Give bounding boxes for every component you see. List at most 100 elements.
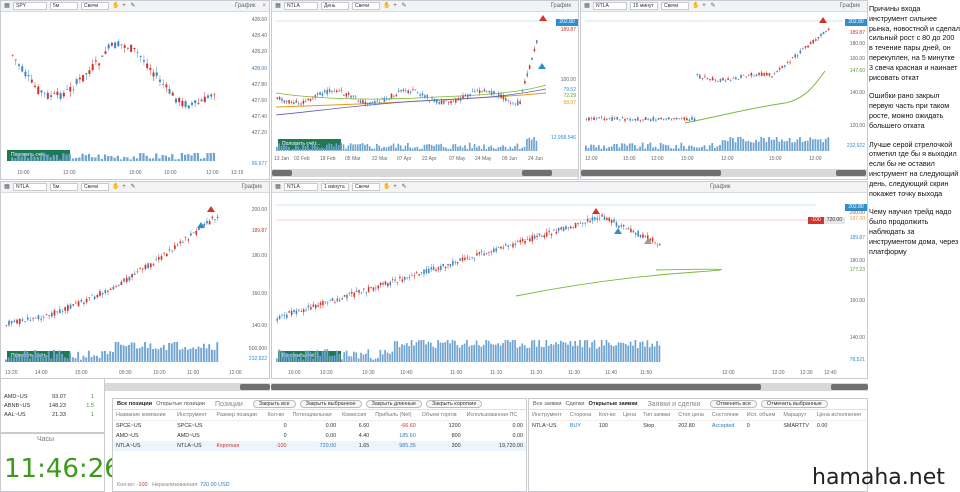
close-selected-button[interactable]: Закрыть выбранное: [299, 400, 362, 408]
volume-bar: [340, 142, 342, 151]
pen-icon[interactable]: ✎: [130, 3, 136, 9]
timeframe-select[interactable]: 15 минут: [630, 2, 658, 10]
grid-icon[interactable]: ▦: [4, 3, 10, 9]
candle-body: [637, 231, 639, 237]
chart-ntla-5m[interactable]: ▦ NTLA 5м Свечи ✋ + ✎ График 200.00 189.…: [0, 181, 270, 379]
chart-type-select[interactable]: Свечи: [352, 2, 380, 10]
timeframe-select[interactable]: 5м: [50, 2, 78, 10]
hand-icon[interactable]: ✋: [112, 3, 119, 9]
candle-body: [335, 90, 338, 93]
scroll-thumb[interactable]: [272, 170, 292, 176]
cancel-selected-button[interactable]: Отменить выбранные: [760, 400, 828, 408]
volume-bar: [585, 145, 587, 151]
table-row[interactable]: NTLA~US BUY 100 Stop 202.80 Accepted 0 SMARTT…: [529, 421, 867, 432]
candle-body: [490, 91, 493, 95]
grid-icon[interactable]: ▦: [4, 184, 10, 190]
close-all-button[interactable]: Закрыть все: [252, 400, 296, 408]
candle-body: [146, 63, 149, 69]
candle-body: [115, 286, 117, 288]
chart-scrollbar[interactable]: [271, 383, 868, 391]
volume-bar: [528, 137, 531, 151]
symbol-field[interactable]: NTLA: [593, 2, 627, 10]
table-row[interactable]: NTLA~US NTLA~US Короткая -100 720.00 1.65 98…: [113, 441, 526, 451]
sell-arrow-marker: [819, 17, 827, 23]
tab-open-positions[interactable]: Открытые позиции: [156, 401, 205, 407]
grid-icon[interactable]: ▦: [275, 184, 281, 190]
tab-all-positions[interactable]: Все позиции: [117, 401, 152, 407]
candle-body: [91, 64, 94, 71]
candle-body: [182, 242, 184, 243]
volume-bar: [584, 340, 586, 362]
grid-icon[interactable]: ▦: [584, 3, 590, 9]
candle-body: [319, 302, 322, 305]
pen-icon[interactable]: ✎: [401, 184, 407, 190]
tab-all-orders[interactable]: Все заявки: [533, 401, 561, 407]
chart-type-select[interactable]: Свечи: [81, 183, 109, 191]
pen-icon[interactable]: ✎: [401, 3, 407, 9]
table-row[interactable]: AMD~US AMD~US 0 0.00 4.40 185.60 800 0.00: [113, 431, 526, 441]
close-icon[interactable]: ×: [262, 3, 266, 9]
chart-scrollbar[interactable]: [272, 169, 578, 177]
close-long-button[interactable]: Закрыть длинные: [365, 400, 423, 408]
table-row[interactable]: SPCE~US SPCE~US 0 0.00 6.60 -66.60 1200 0.00: [113, 421, 526, 432]
crosshair-icon[interactable]: +: [392, 3, 398, 9]
symbol-field[interactable]: NTLA: [13, 183, 47, 191]
pen-icon[interactable]: ✎: [130, 184, 136, 190]
chart-type-select[interactable]: Свечи: [81, 2, 109, 10]
symbol-field[interactable]: NTLA: [284, 2, 318, 10]
candle-body: [112, 286, 115, 290]
candle-body: [350, 95, 352, 98]
pen-icon[interactable]: ✎: [710, 3, 716, 9]
tab-open-orders[interactable]: Открытые заявки: [589, 401, 638, 407]
crosshair-icon[interactable]: +: [121, 3, 127, 9]
quote-row[interactable]: AAL~US 21.33 1: [1, 411, 104, 420]
volume-bar: [206, 153, 209, 161]
timeframe-select[interactable]: День: [321, 2, 349, 10]
timeframe-select[interactable]: 5м: [50, 183, 78, 191]
tab-trades[interactable]: Сделки: [565, 401, 584, 407]
hand-icon[interactable]: ✋: [692, 3, 699, 9]
chart-ntla-15m[interactable]: ▦ NTLA 15 минут Свечи ✋ + ✎ График 202.8…: [580, 0, 868, 180]
quote-row[interactable]: ABNB~US 148.23 1.5: [1, 402, 104, 411]
volume-bar: [456, 345, 459, 362]
order-line-tag[interactable]: -100 720.00: [807, 217, 845, 224]
crosshair-icon[interactable]: +: [701, 3, 707, 9]
candle-body: [82, 74, 85, 82]
candle-body: [174, 245, 176, 249]
crosshair-icon[interactable]: +: [392, 184, 398, 190]
chart-type-select[interactable]: Свечи: [661, 2, 689, 10]
hand-icon[interactable]: ✋: [383, 184, 390, 190]
symbol-field[interactable]: SPY: [13, 2, 47, 10]
note-lesson: Чему научил трейд надо было продолжить н…: [869, 207, 959, 256]
volume-bar: [685, 149, 688, 151]
quote-row[interactable]: AMD~US 93.07 1: [1, 393, 104, 402]
volume-bar: [499, 146, 502, 151]
candle-body: [589, 221, 591, 223]
volume-bar: [422, 340, 425, 362]
hand-icon[interactable]: ✋: [383, 3, 390, 9]
candle-body: [374, 101, 376, 104]
candle-body: [634, 118, 637, 121]
candle-body: [302, 309, 305, 313]
volume-bar: [485, 340, 488, 362]
chart-ntla-1m[interactable]: ▦ NTLA 1 минута Свечи ✋ + ✎ График 202.8…: [271, 181, 868, 379]
chart-scrollbar[interactable]: [581, 169, 867, 177]
volume-bar: [397, 143, 400, 151]
volume-bar: [368, 146, 371, 151]
hand-icon[interactable]: ✋: [112, 184, 119, 190]
chart-spy-5m[interactable]: ▦ SPY 5м Свечи ✋ + ✎ График × 428.60 428…: [0, 0, 270, 180]
volume-bar: [181, 348, 184, 362]
chart-ntla-day[interactable]: ▦ NTLA День Свечи ✋ + ✎ График 202.80 18…: [271, 0, 579, 180]
volume-bar: [50, 358, 53, 362]
close-short-button[interactable]: Закрыть короткие: [426, 400, 483, 408]
candle-body: [72, 89, 75, 91]
candle-body: [5, 325, 8, 326]
chart-type-select[interactable]: Свечи: [352, 183, 380, 191]
timeframe-select[interactable]: 1 минута: [321, 183, 349, 191]
symbol-field[interactable]: NTLA: [284, 183, 318, 191]
scroll-thumb[interactable]: [271, 384, 761, 390]
grid-icon[interactable]: ▦: [275, 3, 281, 9]
cancel-all-button[interactable]: Отменить все: [710, 400, 757, 408]
crosshair-icon[interactable]: +: [121, 184, 127, 190]
scroll-thumb[interactable]: [581, 170, 721, 176]
